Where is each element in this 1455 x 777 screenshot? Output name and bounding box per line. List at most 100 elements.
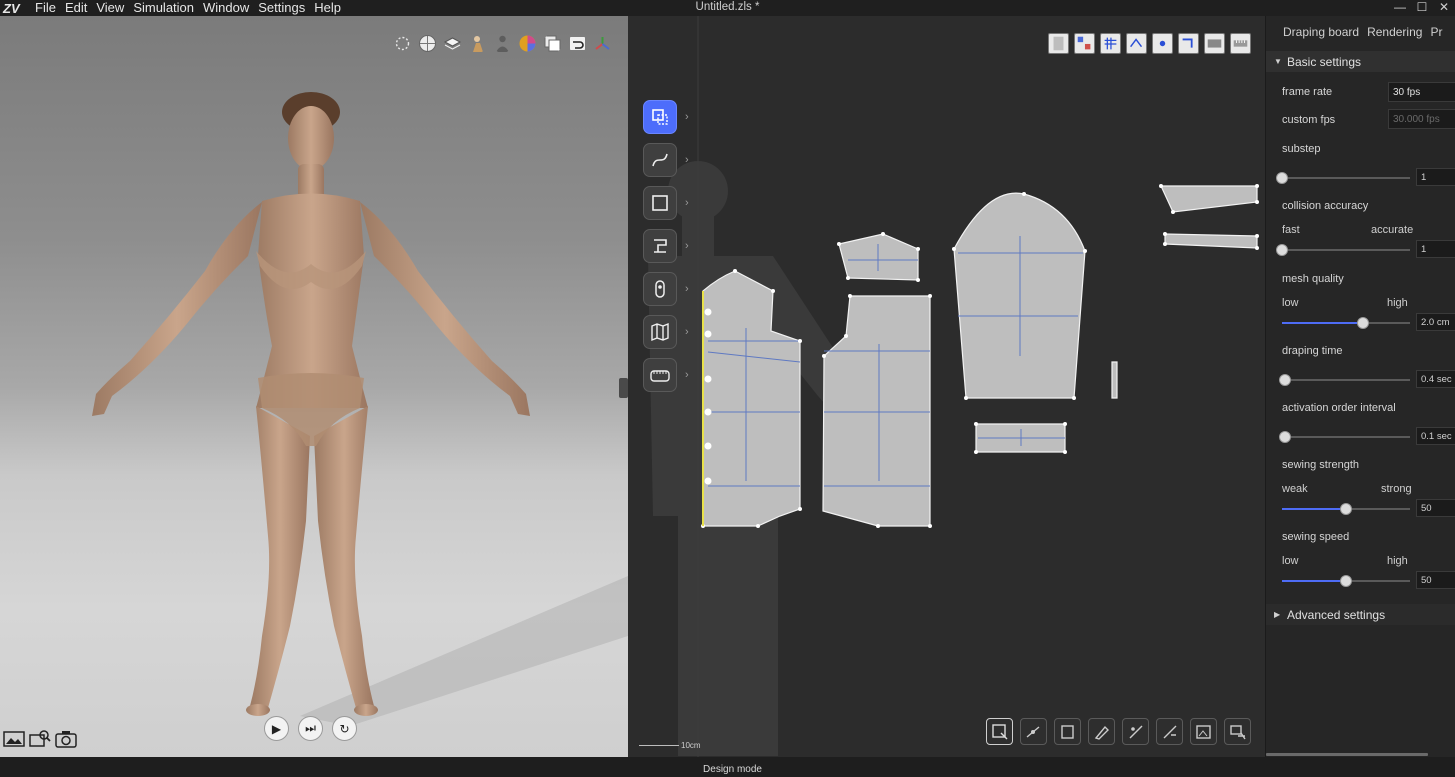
sewing-speed-slider[interactable] — [1282, 575, 1410, 587]
viewport-splitter[interactable] — [619, 378, 628, 398]
chevron-right-icon[interactable]: › — [685, 197, 689, 209]
chevron-right-icon[interactable]: › — [685, 111, 689, 123]
chevron-right-icon[interactable]: › — [685, 283, 689, 295]
sewing-edit-tool[interactable] — [1224, 718, 1251, 745]
activation-order-interval-value[interactable]: 0.1 sec — [1416, 427, 1455, 445]
cut-line-tool[interactable] — [1122, 718, 1149, 745]
play-button[interactable]: ▶ — [264, 716, 289, 741]
texture-icon[interactable] — [1048, 33, 1069, 54]
ruler-icon[interactable] — [1230, 33, 1251, 54]
collision-accuracy-slider-knob[interactable] — [1276, 244, 1288, 256]
collapse-icon: ▼ — [1274, 57, 1282, 66]
zoom-image-icon[interactable] — [29, 729, 51, 749]
rectangle-tool[interactable] — [643, 186, 677, 220]
minimize-button[interactable]: — — [1389, 0, 1411, 16]
mesh-quality-label: mesh quality — [1282, 273, 1344, 285]
pin-tool[interactable] — [643, 272, 677, 306]
custom-fps-input[interactable]: 30.000 fps — [1388, 109, 1455, 129]
viewport-3d[interactable]: ▶ ⏭ ↻ — [0, 16, 628, 757]
document-title: Untitled.zls * — [695, 1, 760, 13]
avatar-pose-icon[interactable] — [468, 34, 487, 53]
measure-tool[interactable] — [643, 358, 677, 392]
fold-tool[interactable] — [643, 315, 677, 349]
add-point-tool[interactable] — [1088, 718, 1115, 745]
collision-accuracy-max-label: accurate — [1371, 224, 1414, 236]
select-pattern-tool[interactable] — [986, 718, 1013, 745]
collision-accuracy-value[interactable]: 1 — [1416, 240, 1455, 258]
tab-draping-board[interactable]: Draping board — [1266, 25, 1367, 39]
sphere-icon[interactable] — [418, 34, 437, 53]
status-mode: Design mode — [703, 764, 762, 775]
sewing-strength-value[interactable]: 50 — [1416, 499, 1455, 517]
layers-icon[interactable] — [443, 34, 462, 53]
image-icon[interactable] — [3, 729, 25, 749]
draping-time-slider-knob[interactable] — [1278, 374, 1291, 386]
chevron-right-icon[interactable]: › — [685, 240, 689, 252]
undo-icon[interactable] — [568, 34, 587, 53]
select-transform-tool[interactable] — [643, 100, 677, 134]
pattern-front-right[interactable] — [822, 295, 931, 527]
internal-line-tool[interactable] — [1156, 718, 1183, 745]
sewing-speed-value[interactable]: 50 — [1416, 571, 1455, 589]
step-forward-button[interactable]: ⏭ — [298, 716, 323, 741]
sewing-strength-slider-fill — [1282, 508, 1346, 510]
sewing-speed-slider-knob[interactable] — [1340, 575, 1352, 587]
substep-slider[interactable] — [1276, 172, 1410, 184]
advanced-settings-header[interactable]: ▶ Advanced settings — [1266, 604, 1455, 625]
tab-properties[interactable]: Pr — [1430, 25, 1450, 39]
maximize-button[interactable]: ☐ — [1411, 0, 1433, 16]
lighting-icon[interactable] — [393, 34, 412, 53]
camera-tools — [3, 729, 77, 749]
basic-settings-header[interactable]: ▼ Basic settings — [1266, 51, 1455, 72]
substep-value[interactable]: 1 — [1416, 168, 1455, 186]
mesh-quality-value[interactable]: 2.0 cm — [1416, 313, 1455, 331]
sewing-tool[interactable] — [643, 229, 677, 263]
edit-segment-icon — [1060, 724, 1074, 739]
add-point-icon — [1094, 725, 1109, 740]
draping-time-slider[interactable] — [1278, 374, 1410, 386]
custom-fps-label: custom fps — [1282, 114, 1336, 126]
edit-segment-tool[interactable] — [1054, 718, 1081, 745]
sewing-strength-slider-knob[interactable] — [1340, 503, 1352, 515]
close-button[interactable]: ✕ — [1433, 0, 1455, 16]
pin-icon — [655, 280, 665, 298]
viewport-2d[interactable]: › › › › › › › 10cm — [628, 16, 1265, 757]
edit-point-icon — [1026, 725, 1039, 738]
grid-visibility-icon[interactable] — [1100, 33, 1121, 54]
point-visibility-icon[interactable] — [1152, 33, 1173, 54]
add-image-tool[interactable] — [1190, 718, 1217, 745]
sewing-machine-icon — [654, 239, 667, 253]
collision-accuracy-slider[interactable] — [1276, 244, 1410, 256]
copy-icon[interactable] — [543, 34, 562, 53]
frame-rate-select[interactable]: 30 fps — [1388, 82, 1455, 102]
collision-accuracy-min-label: fast — [1282, 224, 1300, 236]
avatar-icon[interactable] — [493, 34, 512, 53]
edit-point-tool[interactable] — [1020, 718, 1047, 745]
chevron-right-icon[interactable]: › — [685, 154, 689, 166]
mesh-quality-slider-knob[interactable] — [1356, 317, 1369, 329]
advanced-settings-label: Advanced settings — [1287, 608, 1386, 622]
sewing-strength-slider[interactable] — [1282, 503, 1410, 515]
fabric-icon[interactable] — [1204, 33, 1225, 54]
pattern-icon[interactable] — [1074, 33, 1095, 54]
pattern-strap[interactable] — [1164, 233, 1258, 249]
gizmo-icon[interactable] — [593, 34, 612, 53]
mesh-quality-slider[interactable] — [1282, 317, 1410, 329]
draping-time-value[interactable]: 0.4 sec — [1416, 370, 1455, 388]
tab-rendering[interactable]: Rendering — [1367, 25, 1430, 39]
activation-order-interval-slider-knob[interactable] — [1278, 431, 1291, 443]
notch-visibility-icon[interactable] — [1178, 33, 1199, 54]
camera-icon[interactable] — [55, 729, 77, 749]
panel-scrollbar[interactable] — [1266, 753, 1428, 756]
sewing-speed-slider-fill — [1282, 580, 1346, 582]
reset-simulation-button[interactable]: ↻ — [332, 716, 357, 741]
chevron-right-icon[interactable]: › — [685, 326, 689, 338]
substep-slider-knob[interactable] — [1276, 172, 1288, 184]
curve-tool[interactable] — [643, 143, 677, 177]
pattern-cuff[interactable] — [1160, 185, 1258, 213]
activation-order-interval-slider[interactable] — [1278, 431, 1410, 443]
pattern-loop[interactable] — [1111, 361, 1118, 399]
seam-visibility-icon[interactable] — [1126, 33, 1147, 54]
chevron-right-icon[interactable]: › — [685, 369, 689, 381]
color-wheel-icon[interactable] — [518, 34, 537, 53]
